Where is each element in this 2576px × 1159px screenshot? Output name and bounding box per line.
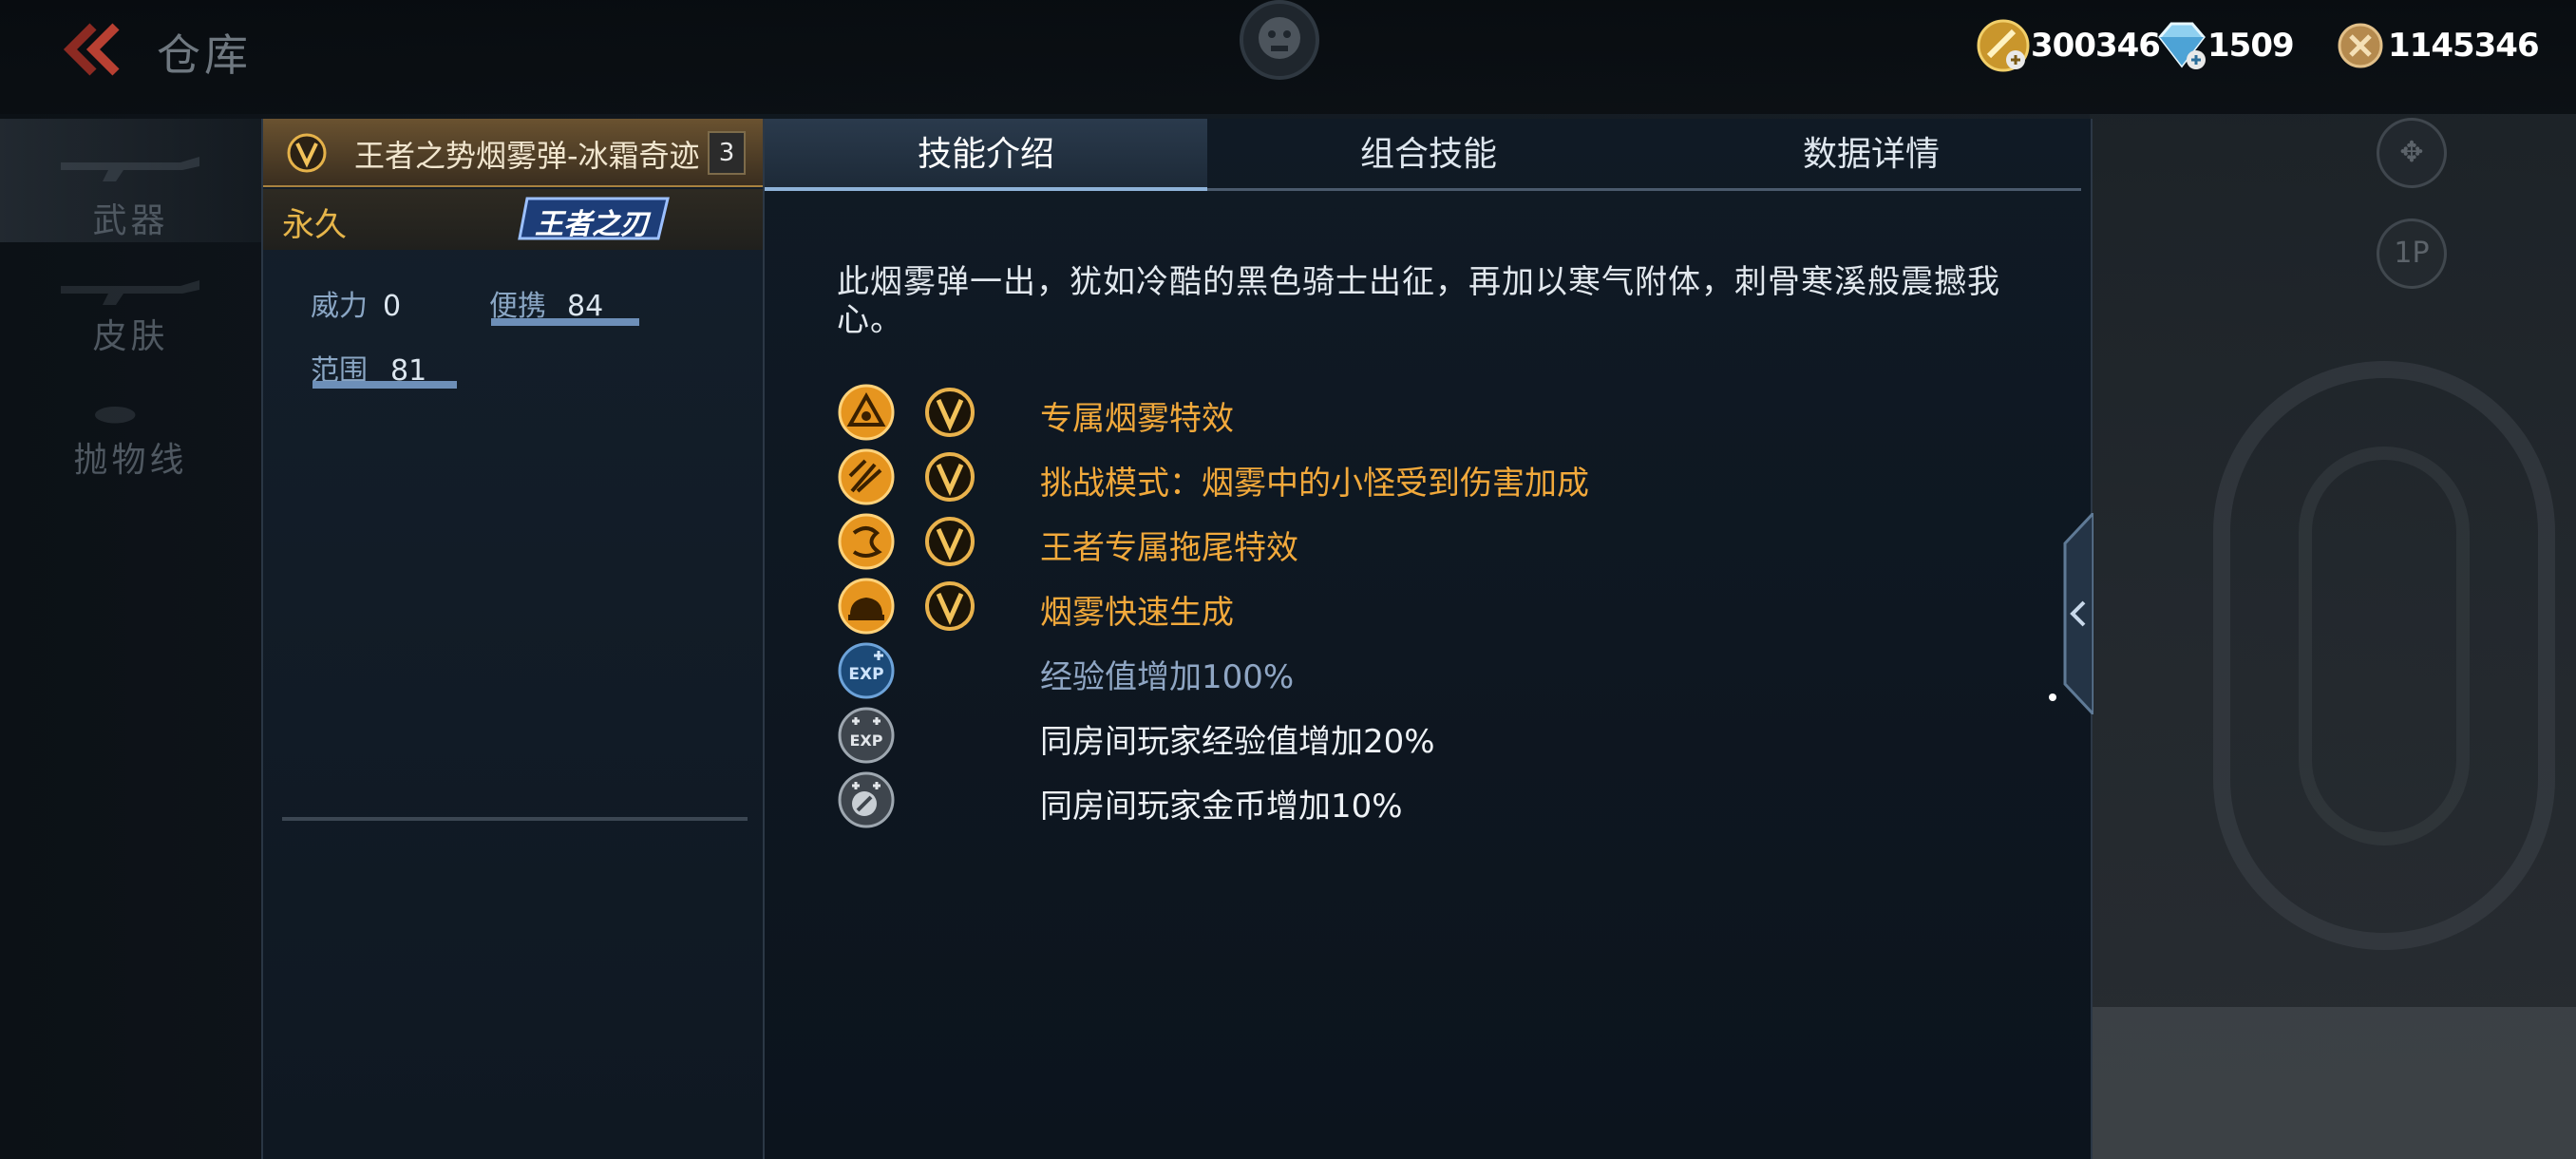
item-duration: 永久 xyxy=(282,206,347,244)
v-rank-icon xyxy=(925,517,975,566)
item-header: 王者之势烟雾弹-冰霜奇迹 3 xyxy=(263,119,765,187)
gold-currency[interactable]: 300346 xyxy=(1976,17,2161,74)
skill-text: 同房间玩家经验值增加20% xyxy=(1040,723,1435,761)
item-sub-header: 永久 王者之刃 xyxy=(263,189,765,250)
medal-amount: 1145346 xyxy=(2388,27,2540,65)
target-silhouette-inner xyxy=(2299,446,2470,846)
v-rank-icon xyxy=(925,388,975,437)
tab-combo-skills[interactable]: 组合技能 xyxy=(1207,119,1650,191)
item-info-panel: 王者之势烟雾弹-冰霜奇迹 3 永久 王者之刃 威力 0 便携 84 范围 81 xyxy=(261,119,765,1159)
medal-coin-icon xyxy=(2333,18,2388,73)
fast-smoke-icon xyxy=(838,578,895,635)
room-gold-boost-icon xyxy=(838,771,895,828)
clan-emblem-icon xyxy=(1227,0,1332,86)
category-label: 武器 xyxy=(92,201,169,240)
stat-power: 威力 0 xyxy=(311,282,401,324)
grenade-icon xyxy=(95,407,136,424)
stat-label: 威力 xyxy=(311,290,368,323)
skill-text: 挑战模式：烟雾中的小怪受到伤害加成 xyxy=(1040,465,1589,503)
svg-text:EXP: EXP xyxy=(850,732,883,750)
panel-divider xyxy=(282,817,748,821)
detail-panel: 技能介绍 组合技能 数据详情 此烟雾弹一出，犹如冷酷的黑色骑士出征，再加以寒气附… xyxy=(763,119,2093,1159)
v-rank-icon xyxy=(925,581,975,631)
detail-tabs: 技能介绍 组合技能 数据详情 xyxy=(765,119,2081,191)
category-label: 皮肤 xyxy=(92,317,169,356)
skill-row: EXP 经验值增加100% xyxy=(837,641,2024,700)
item-description: 此烟雾弹一出，犹如冷酷的黑色骑士出征，再加以寒气附体，刺骨寒溪般震撼我心。 xyxy=(837,263,2000,339)
skill-row: 烟雾快速生成 xyxy=(837,577,2024,636)
item-name: 王者之势烟雾弹-冰霜奇迹 xyxy=(354,138,700,174)
range-bar xyxy=(313,381,457,389)
v-rank-icon xyxy=(287,133,327,173)
gamepad-button[interactable]: ✥ xyxy=(2377,118,2447,188)
top-bar: 仓库 300346 1509 1145346 xyxy=(0,0,2576,114)
challenge-mode-icon xyxy=(838,448,895,505)
skill-text: 经验值增加100% xyxy=(1040,658,1295,696)
back-button[interactable] xyxy=(59,21,125,78)
skill-row: EXP 同房间玩家经验值增加20% xyxy=(837,706,2024,765)
1p-icon: 1P xyxy=(2394,237,2430,270)
skill-row: 挑战模式：烟雾中的小怪受到伤害加成 xyxy=(837,447,2024,506)
1p-button[interactable]: 1P xyxy=(2377,218,2447,289)
stat-value: 0 xyxy=(383,290,402,323)
diamond-currency[interactable]: 1509 xyxy=(2152,17,2295,74)
tag-label: 王者之刃 xyxy=(535,208,649,241)
tab-data-details[interactable]: 数据详情 xyxy=(1650,119,2093,191)
category-skins[interactable]: 皮肤 xyxy=(0,242,261,366)
portability-bar xyxy=(491,318,639,326)
skill-text: 专属烟雾特效 xyxy=(1040,400,1234,438)
side-panel-toggle[interactable] xyxy=(2059,509,2095,718)
diamond-icon xyxy=(2152,18,2207,73)
gamepad-icon: ✥ xyxy=(2399,136,2424,169)
skill-row: 王者专属拖尾特效 xyxy=(837,512,2024,571)
category-weapons[interactable]: 武器 xyxy=(0,119,261,242)
chevron-left-icon xyxy=(2063,509,2095,718)
double-chevron-left-icon xyxy=(63,23,120,76)
skill-row: 专属烟雾特效 xyxy=(837,383,2024,442)
touch-indicator-dot xyxy=(2049,694,2056,701)
gold-amount: 300346 xyxy=(2031,27,2161,65)
skill-row: 同房间玩家金币增加10% xyxy=(837,770,2024,829)
skill-text: 同房间玩家金币增加10% xyxy=(1040,788,1403,826)
gold-coin-icon xyxy=(1976,18,2031,73)
page-title: 仓库 xyxy=(157,29,252,81)
category-label: 抛物线 xyxy=(73,441,188,480)
kings-blade-tag: 王者之刃 xyxy=(518,195,672,242)
item-count-badge: 3 xyxy=(708,131,746,175)
svg-text:EXP: EXP xyxy=(848,665,883,684)
category-nav: 武器 皮肤 抛物线 xyxy=(0,119,261,1159)
exp-boost-icon: EXP xyxy=(838,642,895,699)
skill-text: 王者专属拖尾特效 xyxy=(1040,529,1298,567)
rifle-skin-icon xyxy=(61,280,199,305)
room-exp-boost-icon: EXP xyxy=(838,707,895,764)
range-floor xyxy=(2090,1007,2576,1159)
diamond-amount: 1509 xyxy=(2207,27,2295,65)
smoke-effect-icon xyxy=(838,384,895,441)
rifle-icon xyxy=(61,157,199,181)
tab-skill-intro[interactable]: 技能介绍 xyxy=(765,119,1207,191)
medal-currency[interactable]: 1145346 xyxy=(2333,17,2540,74)
trail-effect-icon xyxy=(838,513,895,570)
category-trajectory[interactable]: 抛物线 xyxy=(0,366,261,489)
v-rank-icon xyxy=(925,452,975,502)
skill-text: 烟雾快速生成 xyxy=(1040,594,1234,632)
